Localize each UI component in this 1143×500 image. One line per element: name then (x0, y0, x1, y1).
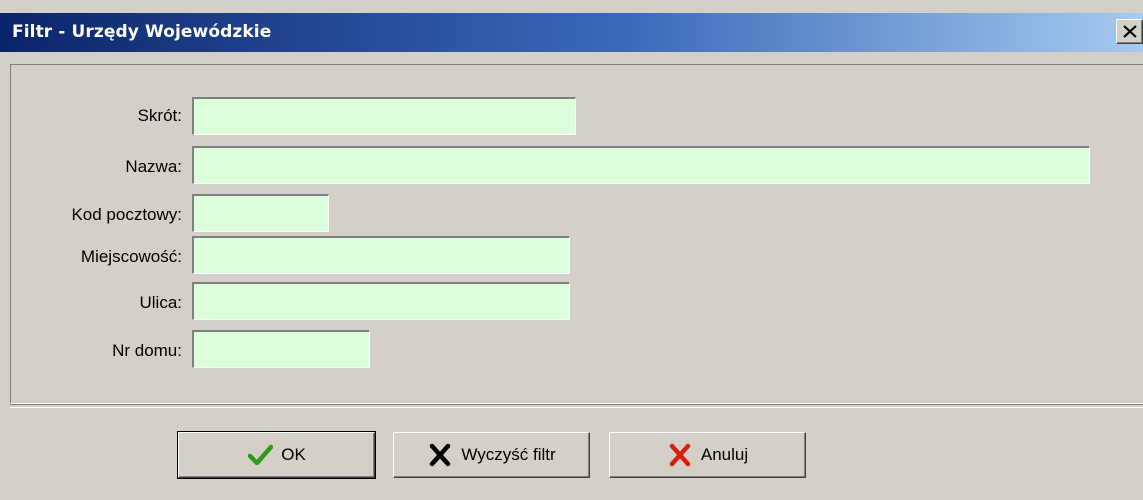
kod-pocztowy-label: Kod pocztowy: (71, 205, 182, 224)
miejscowosc-label: Miejscowość: (80, 247, 182, 266)
ulica-input[interactable] (192, 282, 570, 320)
close-button[interactable] (1116, 19, 1143, 44)
row-nr-domu: Nr domu: (0, 331, 182, 371)
cancel-button[interactable]: Anuluj (609, 432, 806, 478)
row-skrot: Skrót: (0, 96, 182, 136)
title-bar[interactable]: Filtr - Urzędy Wojewódzkie (0, 13, 1143, 52)
filter-dialog: Filtr - Urzędy Wojewódzkie Skrót: Nazwa:… (0, 0, 1143, 500)
separator (10, 404, 1143, 408)
nr-domu-input[interactable] (192, 330, 370, 368)
cancel-label: Anuluj (700, 445, 749, 464)
row-miejscowosc: Miejscowość: (0, 237, 182, 277)
ok-label: OK (281, 445, 306, 464)
checkmark-icon (247, 444, 274, 466)
close-icon (1123, 25, 1137, 38)
row-nazwa: Nazwa: (0, 147, 182, 187)
red-x-icon (669, 443, 691, 467)
ulica-label: Ulica: (139, 293, 182, 312)
ok-button[interactable]: OK (177, 431, 376, 479)
clear-filter-button[interactable]: Wyczyść filtr (393, 432, 590, 478)
dialog-title: Filtr - Urzędy Wojewódzkie (12, 22, 272, 42)
kod-pocztowy-input[interactable] (192, 194, 329, 232)
row-kod-pocztowy: Kod pocztowy: (0, 195, 182, 235)
miejscowosc-input[interactable] (192, 236, 570, 274)
clear-filter-label: Wyczyść filtr (461, 445, 556, 464)
skrot-label: Skrót: (137, 106, 182, 125)
nr-domu-label: Nr domu: (112, 341, 182, 360)
nazwa-label: Nazwa: (125, 157, 182, 176)
x-icon (430, 443, 451, 467)
row-ulica: Ulica: (0, 283, 182, 323)
nazwa-input[interactable] (192, 146, 1090, 184)
skrot-input[interactable] (192, 97, 576, 135)
